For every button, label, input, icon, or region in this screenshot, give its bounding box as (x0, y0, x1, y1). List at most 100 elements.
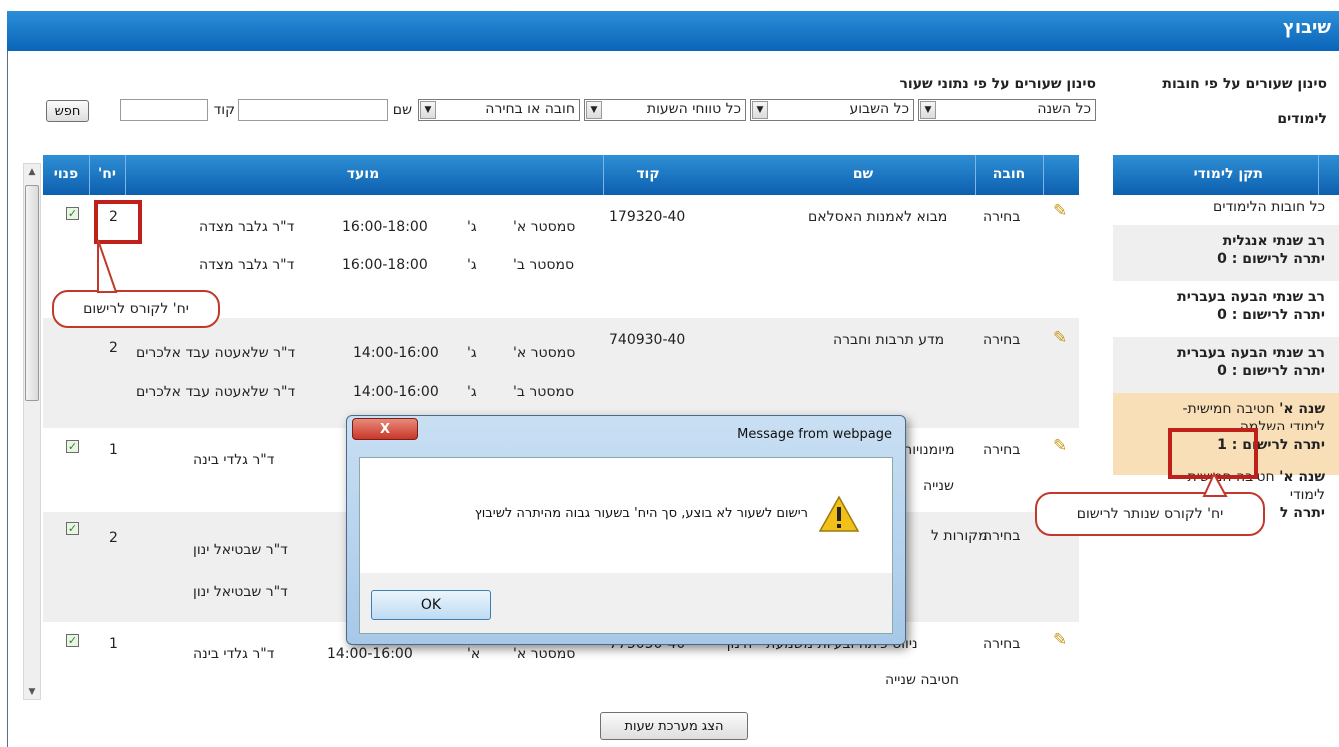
scroll-up-icon[interactable]: ▲ (23, 163, 41, 181)
hours-select-value: כל טווחי השעות (646, 101, 741, 117)
side-item-title: רב שנתי אנגלית (1222, 233, 1325, 249)
header-sep (125, 155, 126, 195)
side-item-hebrew-1[interactable]: רב שנתי הבעה בעברית יתרה לרישום : 0 (1113, 281, 1339, 337)
side-item-hebrew-2[interactable]: רב שנתי הבעה בעברית יתרה לרישום : 0 (1113, 337, 1339, 393)
row-units: 1 (109, 442, 118, 458)
col-free: פנוי (53, 166, 79, 182)
row-units: 2 (109, 530, 118, 546)
chevron-down-icon: ▼ (752, 101, 768, 119)
row-name-line2: חטיבה שנייה (885, 672, 959, 688)
dialog-message: רישום לשעור לא בוצע, סך היח' בשעור גבוה … (474, 506, 808, 521)
session-day: ג' (467, 384, 477, 400)
edit-pencil-icon[interactable]: ✎ (1053, 328, 1067, 348)
session-lecturer: ד"ר גלבר מצדה (199, 219, 295, 235)
session-day: ג' (467, 257, 477, 273)
row-units: 2 (109, 340, 118, 356)
header-sep (1043, 155, 1044, 195)
chevron-down-icon: ▼ (420, 101, 436, 119)
session-lecturer: ד"ר גלדי בינה (193, 452, 275, 468)
session-lecturer: ד"ר שלאעטה עבד אלכרים (136, 384, 296, 400)
row-obligation: בחירה (983, 209, 1021, 225)
side-item-title: שנה א' חטיבה חמישית- (1182, 401, 1325, 417)
session-lecturer: ד"ר גלדי בינה (193, 646, 275, 662)
header-sep (89, 155, 90, 195)
session-semester: סמסטר א' (513, 219, 576, 235)
session-hours: 14:00-16:00 (327, 646, 413, 662)
side-item-english[interactable]: רב שנתי אנגלית יתרה לרישום : 0 (1113, 225, 1339, 281)
callout-units-remaining: יח' לקורס שנותר לרישום (1035, 492, 1265, 536)
week-select[interactable]: כל השבוע ▼ (750, 99, 914, 121)
ok-button[interactable]: OK (371, 590, 491, 620)
session-day: ג' (467, 345, 477, 361)
row-units: 1 (109, 636, 118, 652)
row-code: 740930-40 (609, 332, 686, 348)
callout-pointer (97, 239, 118, 293)
side-item-title: רב שנתי הבעה בעברית (1177, 345, 1325, 361)
edit-pencil-icon[interactable]: ✎ (1053, 201, 1067, 221)
side-header-sep (1318, 155, 1319, 195)
warning-icon (818, 495, 860, 532)
row-name-line2: שנייה (923, 478, 954, 494)
side-filter-title-2: לימודים (1277, 111, 1327, 127)
header-sep (975, 155, 976, 195)
free-checkbox[interactable]: ✓ (66, 207, 79, 220)
row-obligation: בחירה (983, 442, 1021, 458)
col-obligation: חובה (992, 166, 1026, 182)
edit-pencil-icon[interactable]: ✎ (1053, 436, 1067, 456)
frame-border (7, 51, 8, 747)
name-input[interactable] (238, 99, 388, 121)
row-obligation: בחירה (983, 636, 1021, 652)
side-item-label: כל חובות הלימודים (1213, 199, 1325, 215)
side-item-title: רב שנתי הבעה בעברית (1177, 289, 1325, 305)
year-select[interactable]: כל השנה ▼ (918, 99, 1096, 121)
type-select-value: חובה או בחירה (485, 101, 575, 117)
col-units: יח' (97, 166, 117, 182)
col-time: מועד (346, 166, 380, 182)
table-row[interactable]: ✎ בחירה מדע תרבות וחברה 740930-40 סמסטר … (43, 318, 1079, 428)
scroll-thumb[interactable] (25, 185, 39, 401)
side-filter-header-label: תקן לימודי (1193, 166, 1263, 182)
row-obligation: בחירה (983, 528, 1021, 544)
show-schedule-button[interactable]: הצג מערכת שעות (600, 712, 748, 740)
row-obligation: בחירה (983, 332, 1021, 348)
side-item-balance: יתרה לרישום : 0 (1217, 363, 1325, 379)
row-code: 179320-40 (609, 209, 686, 225)
hours-select[interactable]: כל טווחי השעות ▼ (584, 99, 746, 121)
session-semester: סמסטר ב' (513, 384, 575, 400)
edit-pencil-icon[interactable]: ✎ (1053, 630, 1067, 650)
row-name: מבוא לאמנות האסלאם (808, 209, 948, 225)
session-hours: 14:00-16:00 (353, 345, 439, 361)
free-checkbox[interactable]: ✓ (66, 634, 79, 647)
session-hours: 16:00-18:00 (342, 219, 428, 235)
session-lecturer: ד"ר שבטיאל ינון (193, 584, 288, 600)
session-semester: סמסטר א' (513, 646, 576, 662)
session-hours: 16:00-18:00 (342, 257, 428, 273)
callout-units-to-register: יח' לקורס לרישום (52, 290, 220, 328)
dialog-title: Message from webpage (737, 427, 892, 442)
row-name: מדע תרבות וחברה (833, 332, 945, 348)
code-input[interactable] (120, 99, 208, 121)
side-item-balance: יתרה לרישום : 0 (1217, 307, 1325, 323)
col-name: שם (852, 166, 874, 182)
session-semester: סמסטר ב' (513, 257, 575, 273)
search-button[interactable]: חפש (46, 100, 89, 122)
year-select-value: כל השנה (1037, 101, 1091, 117)
free-checkbox[interactable]: ✓ (66, 440, 79, 453)
week-select-value: כל השבוע (849, 101, 909, 117)
side-item-all[interactable]: כל חובות הלימודים (1113, 195, 1339, 225)
chevron-down-icon: ▼ (920, 101, 936, 119)
session-hours: 14:00-16:00 (353, 384, 439, 400)
page-title: שיבוץ (1282, 17, 1331, 38)
session-day: ג' (467, 219, 477, 235)
type-select[interactable]: חובה או בחירה ▼ (418, 99, 580, 121)
col-code: קוד (636, 166, 660, 182)
name-label: שם (392, 102, 412, 118)
session-lecturer: ד"ר גלבר מצדה (199, 257, 295, 273)
side-item-balance: יתרה לרישום : 0 (1217, 251, 1325, 267)
session-lecturer: ד"ר שבטיאל ינון (193, 542, 288, 558)
page-header-bar (7, 11, 1339, 51)
scroll-down-icon[interactable]: ▼ (23, 683, 41, 701)
free-checkbox[interactable]: ✓ (66, 522, 79, 535)
dialog-close-button[interactable]: X (352, 418, 418, 440)
session-lecturer: ד"ר שלאעטה עבד אלכרים (136, 345, 296, 361)
